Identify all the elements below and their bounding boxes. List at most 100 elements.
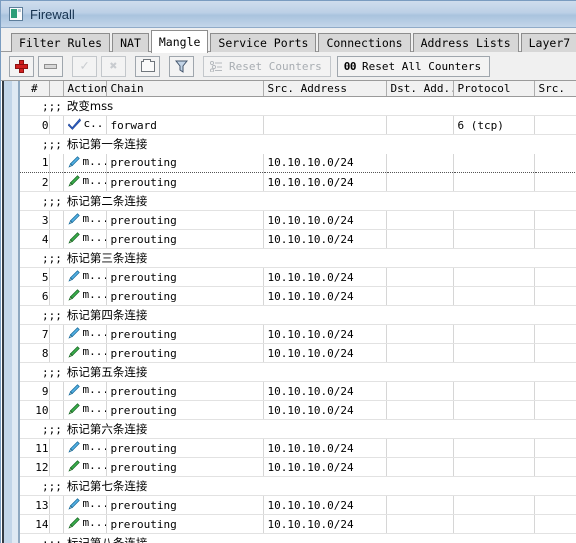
column-header-chain[interactable]: Chain: [106, 81, 264, 97]
cell-protocol: [453, 324, 535, 344]
comment-row[interactable]: ;;; 改变mss: [20, 96, 576, 116]
tab-layer7-protocols[interactable]: Layer7 Protocols: [520, 33, 576, 52]
cell-dst-address: [386, 514, 454, 534]
table-row[interactable]: 4 m...prerouting10.10.10.0/24: [20, 229, 576, 249]
cell-src-address: [263, 115, 387, 135]
table-row[interactable]: 3 m...prerouting10.10.10.0/24: [20, 210, 576, 230]
table-row[interactable]: 9 m...prerouting10.10.10.0/24: [20, 381, 576, 401]
cell-dst-address: [386, 324, 454, 344]
cell-chain: prerouting: [106, 514, 264, 534]
column-header-src-address[interactable]: Src. Address: [263, 81, 387, 97]
cell-chain: prerouting: [106, 457, 264, 477]
column-header-flag[interactable]: [49, 81, 64, 97]
comment-label: 标记第六条连接: [66, 422, 148, 436]
left-gutter-scrollbar[interactable]: [1, 81, 20, 543]
tab-filter-rules[interactable]: Filter Rules: [11, 33, 111, 52]
cell-dst-address: [386, 115, 454, 135]
table-row[interactable]: 6 m...prerouting10.10.10.0/24: [20, 286, 576, 306]
action-label: m...: [82, 174, 106, 188]
tab-connections[interactable]: Connections: [318, 33, 411, 52]
comment-row[interactable]: ;;; 标记第四条连接: [20, 305, 576, 325]
cell-flag: [49, 286, 64, 306]
cell-src-port: [534, 229, 576, 249]
table-row[interactable]: 0 c...forward 6 (tcp): [20, 115, 576, 135]
cell-flag: [49, 229, 64, 249]
action-label: c...: [83, 117, 106, 131]
comment-separator: ;;;: [42, 480, 62, 493]
rules-grid: # Action Chain Src. Address Dst. Add... …: [20, 81, 576, 543]
comment-label: 标记第三条连接: [66, 251, 148, 265]
cell-row-number: 4: [20, 229, 50, 249]
cell-protocol: [453, 457, 535, 477]
cell-src-address: 10.10.10.0/24: [263, 343, 387, 363]
blue-pencil-icon: [67, 269, 80, 282]
table-row[interactable]: 14 m...prerouting10.10.10.0/24: [20, 514, 576, 534]
action-label: m...: [82, 212, 106, 226]
cell-chain: prerouting: [106, 153, 264, 173]
filter-button[interactable]: [169, 55, 194, 77]
reset-all-counters-button[interactable]: 00 Reset All Counters: [336, 55, 491, 77]
cell-src-address: 10.10.10.0/24: [263, 400, 387, 420]
comment-row[interactable]: ;;; 标记第八条连接: [20, 533, 576, 543]
cell-row-number: 12: [20, 457, 50, 477]
tab-strip: Filter Rules NAT Mangle Service Ports Co…: [1, 28, 576, 53]
table-row[interactable]: 10 m...prerouting10.10.10.0/24: [20, 400, 576, 420]
cell-action: m...: [63, 229, 107, 249]
column-header-action[interactable]: Action: [63, 81, 107, 97]
tab-service-ports[interactable]: Service Ports: [210, 33, 317, 52]
table-row[interactable]: 8 m...prerouting10.10.10.0/24: [20, 343, 576, 363]
comment-row[interactable]: ;;; 标记第七条连接: [20, 476, 576, 496]
cell-protocol: [453, 438, 535, 458]
cell-action: m...: [63, 457, 107, 477]
cell-flag: [49, 457, 64, 477]
comment-row[interactable]: ;;; 标记第三条连接: [20, 248, 576, 268]
cell-chain: prerouting: [106, 400, 264, 420]
comment-row[interactable]: ;;; 标记第二条连接: [20, 191, 576, 211]
reset-counters-button[interactable]: Reset Counters: [203, 55, 331, 77]
cell-dst-address: [386, 343, 454, 363]
tab-address-lists[interactable]: Address Lists: [412, 33, 519, 52]
cell-chain: prerouting: [106, 229, 264, 249]
action-label: m...: [82, 155, 106, 168]
comment-row[interactable]: ;;; 标记第五条连接: [20, 362, 576, 382]
cell-src-port: [534, 210, 576, 230]
table-row[interactable]: 11 m...prerouting10.10.10.0/24: [20, 438, 576, 458]
cross-icon: ✖: [109, 58, 118, 74]
comment-text: ;;; 标记第四条连接: [20, 305, 576, 325]
disable-button[interactable]: ✖: [101, 55, 126, 77]
cell-protocol: [453, 286, 535, 306]
tab-mangle[interactable]: Mangle: [150, 30, 209, 53]
action-label: m...: [82, 269, 106, 283]
blue-pencil-icon: [67, 497, 80, 510]
comment-label: 标记第五条连接: [66, 365, 148, 379]
comment-label: 标记第四条连接: [66, 308, 148, 322]
comment-row[interactable]: ;;; 标记第六条连接: [20, 419, 576, 439]
table-row[interactable]: 5 m...prerouting10.10.10.0/24: [20, 267, 576, 287]
table-row[interactable]: 7 m...prerouting10.10.10.0/24: [20, 324, 576, 344]
enable-button[interactable]: ✓: [72, 55, 97, 77]
comment-separator: ;;;: [42, 138, 62, 152]
column-header-protocol[interactable]: Protocol: [453, 81, 535, 97]
add-button[interactable]: [9, 55, 34, 77]
reset-counters-icon: [210, 60, 222, 72]
table-row[interactable]: 2 m...prerouting10.10.10.0/24: [20, 172, 576, 192]
cell-chain: forward: [106, 115, 264, 135]
table-row[interactable]: 13 m...prerouting10.10.10.0/24: [20, 495, 576, 515]
column-header-num[interactable]: #: [20, 81, 50, 97]
reset-all-counters-label: Reset All Counters: [361, 59, 482, 73]
cell-chain: prerouting: [106, 286, 264, 306]
column-header-dst-address[interactable]: Dst. Add...: [386, 81, 454, 97]
cell-chain: prerouting: [106, 172, 264, 192]
comment-button[interactable]: [135, 55, 160, 77]
filter-icon: [175, 60, 188, 73]
table-row[interactable]: 1 m...prerouting10.10.10.0/24: [20, 153, 576, 173]
cell-protocol: [453, 514, 535, 534]
remove-button[interactable]: [38, 55, 63, 77]
tab-nat[interactable]: NAT: [112, 33, 149, 52]
comment-row[interactable]: ;;; 标记第一条连接: [20, 134, 576, 154]
cell-row-number: 10: [20, 400, 50, 420]
table-row[interactable]: 12 m...prerouting10.10.10.0/24: [20, 457, 576, 477]
cell-chain: prerouting: [106, 438, 264, 458]
column-header-src-port[interactable]: Src.: [534, 81, 576, 97]
cell-row-number: 8: [20, 343, 50, 363]
